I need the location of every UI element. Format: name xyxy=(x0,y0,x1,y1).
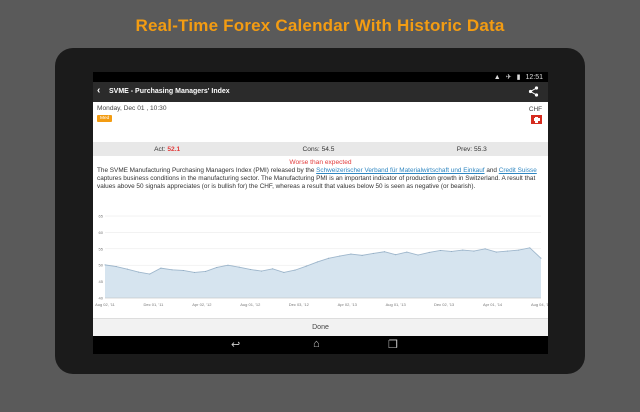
x-tick-label: Apr 02, '13 xyxy=(338,302,358,307)
x-tick-label: Apr 01, '14 xyxy=(483,302,503,307)
stats-bar: Act: 52.1 Cons: 54.5 Prev: 55.3 xyxy=(93,142,548,156)
actual-value: 52.1 xyxy=(167,145,181,153)
device-screen: ▲ ✈ ▮ 12:51 ‹ SVME - Purchasing Managers… xyxy=(93,72,548,354)
x-tick-label: Dec 02, '13 xyxy=(434,302,455,307)
y-tick-label: 55 xyxy=(99,246,104,251)
data-point xyxy=(339,255,341,257)
y-tick-label: 45 xyxy=(99,279,104,284)
data-point xyxy=(316,261,318,263)
consensus-stat: Cons: 54.5 xyxy=(302,145,335,153)
data-point xyxy=(529,247,531,249)
y-tick-label: 60 xyxy=(99,230,104,235)
back-icon[interactable]: ↩ xyxy=(231,338,240,351)
x-tick-label: Aug 04, '14 xyxy=(531,302,548,307)
data-point xyxy=(193,271,195,273)
data-point xyxy=(104,264,106,266)
data-point xyxy=(283,271,285,273)
data-point xyxy=(395,254,397,256)
data-point xyxy=(428,251,430,253)
nav-bar: ↩ ⌂ ❐ xyxy=(93,336,548,354)
x-tick-label: Aug 01, '13 xyxy=(386,302,407,307)
page-title: SVME - Purchasing Managers' Index xyxy=(109,88,230,95)
data-point xyxy=(261,270,263,272)
recent-apps-icon[interactable]: ❐ xyxy=(388,338,398,351)
data-point xyxy=(126,268,128,270)
data-point xyxy=(372,252,374,254)
event-date: Monday, Dec 01 , 10:30 xyxy=(97,105,167,112)
action-bar: ‹ SVME - Purchasing Managers' Index xyxy=(93,82,548,102)
description-and: and xyxy=(484,167,499,174)
data-point xyxy=(160,267,162,269)
data-point xyxy=(249,268,251,270)
share-icon[interactable] xyxy=(528,86,539,97)
x-tick-label: Dec 03, '12 xyxy=(289,302,310,307)
promo-title: Real-Time Forex Calendar With Historic D… xyxy=(135,16,505,35)
data-point xyxy=(294,269,296,271)
credit-suisse-link[interactable]: Credit Suisse xyxy=(499,167,537,174)
event-description: The SVME Manufacturing Purchasing Manage… xyxy=(97,167,541,191)
data-point xyxy=(149,273,151,275)
data-point xyxy=(238,266,240,268)
impact-badge: Med xyxy=(97,115,113,122)
data-point xyxy=(205,270,207,272)
done-button[interactable]: Done xyxy=(93,318,548,337)
actual-label: Act: xyxy=(154,145,166,153)
svme-link[interactable]: Schweizerischer Verband für Materialwirt… xyxy=(316,167,484,174)
y-tick-label: 40 xyxy=(99,296,104,301)
series-area xyxy=(105,247,541,298)
actual-stat: Act: 52.1 xyxy=(154,146,180,153)
data-point xyxy=(473,250,475,252)
data-point xyxy=(462,249,464,251)
previous-stat: Prev: 55.3 xyxy=(456,145,487,153)
data-point xyxy=(182,269,184,271)
data-point xyxy=(406,251,408,253)
data-point xyxy=(506,250,508,252)
x-tick-label: Dec 01, '11 xyxy=(144,302,165,307)
battery-icon: ▮ xyxy=(516,74,521,81)
data-point xyxy=(540,257,542,259)
data-point xyxy=(138,271,140,273)
x-tick-label: Apr 02, '12 xyxy=(192,302,212,307)
result-verdict: Worse than expected xyxy=(289,159,352,166)
description-body: captures business conditions in the manu… xyxy=(97,175,536,190)
airplane-icon: ✈ xyxy=(505,74,512,81)
data-point xyxy=(417,254,419,256)
description-intro: The SVME Manufacturing Purchasing Manage… xyxy=(97,167,317,174)
currency-code: CHF xyxy=(528,106,542,113)
x-tick-label: Aug 01, '12 xyxy=(240,302,261,307)
data-point xyxy=(305,265,307,267)
data-point xyxy=(216,266,218,268)
data-point xyxy=(227,264,229,266)
history-chart: 40 45 50 55 60 65 Aug 02, '11 Dec 01, '11 Apr 02… xyxy=(95,214,548,308)
event-detail: Monday, Dec 01 , 10:30 Med CHF Act: 52.1… xyxy=(93,102,548,322)
data-point xyxy=(518,249,520,251)
data-point xyxy=(484,248,486,250)
swiss-flag-icon xyxy=(531,115,542,124)
data-point xyxy=(171,269,173,271)
data-point xyxy=(350,253,352,255)
y-tick-label: 50 xyxy=(99,263,104,268)
data-point xyxy=(328,257,330,259)
data-point xyxy=(439,249,441,251)
wifi-icon: ▲ xyxy=(493,73,501,81)
y-tick-label: 65 xyxy=(99,214,104,219)
data-point xyxy=(272,268,274,270)
x-tick-label: Aug 02, '11 xyxy=(95,302,116,307)
data-point xyxy=(361,254,363,256)
back-arrow-icon[interactable]: ‹ xyxy=(97,85,100,96)
data-point xyxy=(495,251,497,253)
data-point xyxy=(383,251,385,253)
status-bar: ▲ ✈ ▮ 12:51 xyxy=(93,72,548,82)
home-icon[interactable]: ⌂ xyxy=(313,338,320,350)
data-point xyxy=(115,266,117,268)
status-time: 12:51 xyxy=(525,73,543,81)
data-point xyxy=(451,250,453,252)
